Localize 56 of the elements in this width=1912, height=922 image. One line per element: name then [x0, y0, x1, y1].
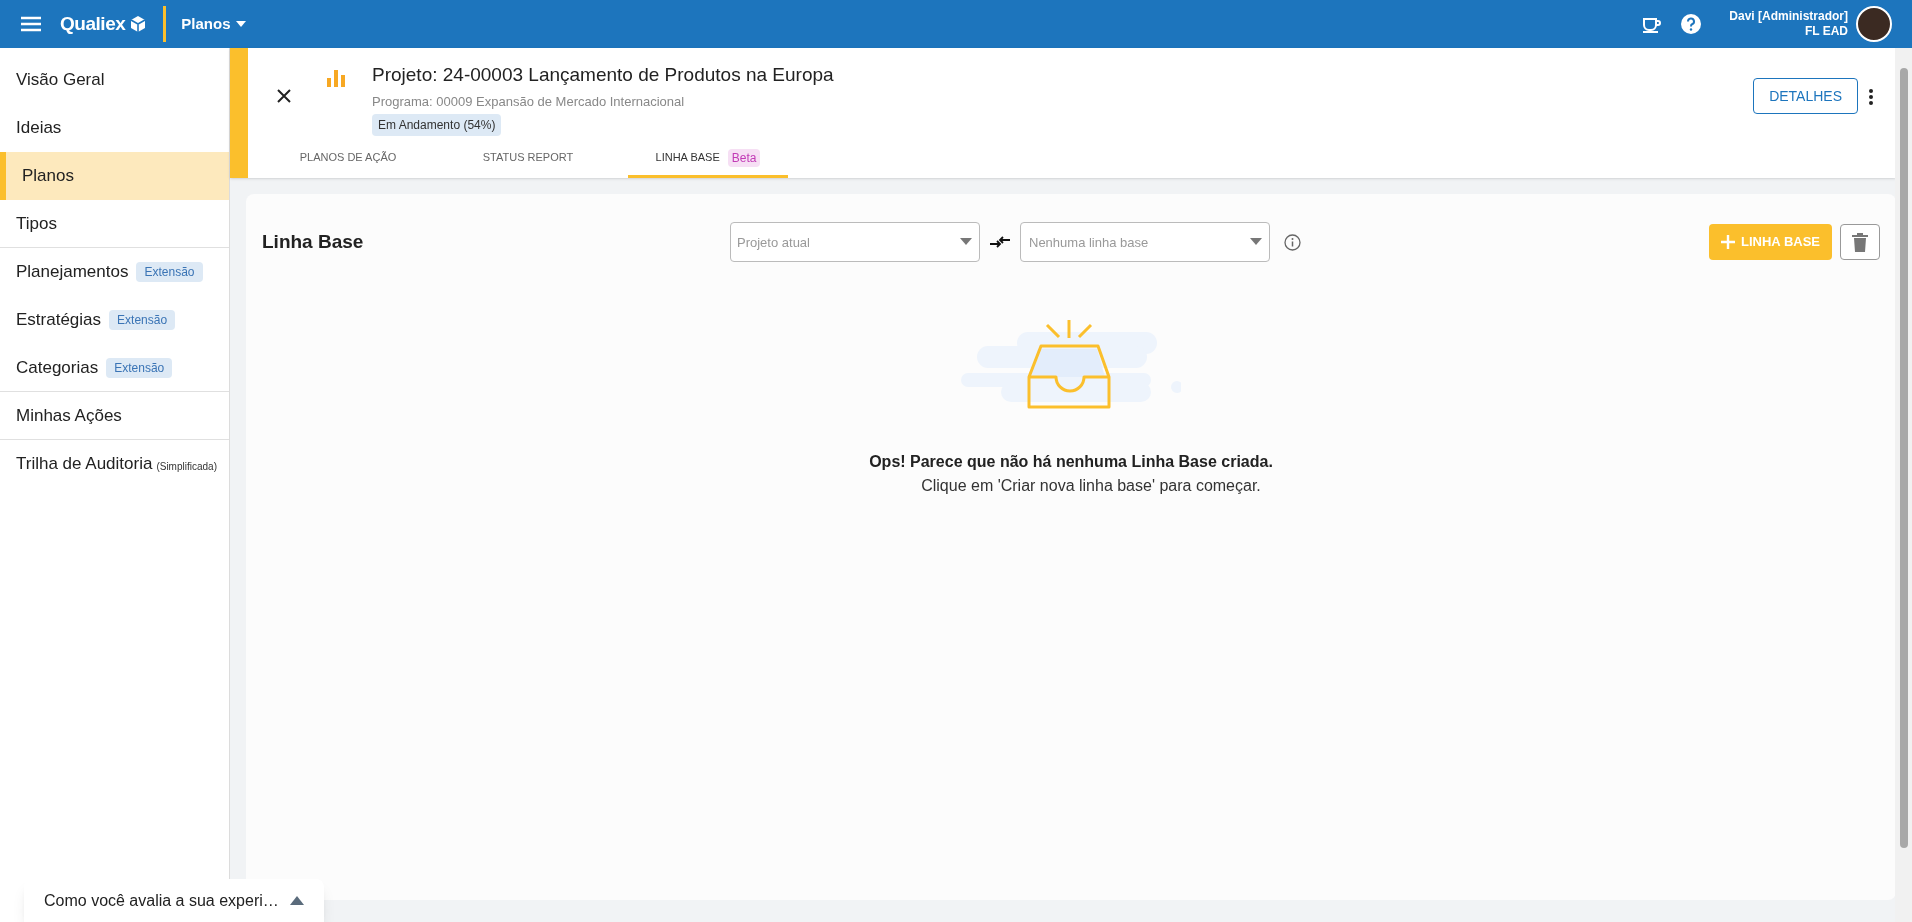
sidebar-note: (Simplificada)	[156, 459, 217, 474]
empty-state-hint: Clique em 'Criar nova linha base' para começar.	[921, 476, 1261, 496]
user-unit: FL EAD	[1804, 24, 1848, 39]
sidebar-label: Trilha de Auditoria	[16, 453, 153, 476]
program-subtitle: Programa: 00009 Expansão de Mercado Internacional	[372, 92, 685, 111]
sidebar-label: Planos	[22, 165, 74, 188]
sidebar-item[interactable]: Categorias Extensão	[0, 344, 229, 392]
project-title: Projeto: 24-00003 Lançamento de Produtos na Europa	[372, 63, 834, 87]
sidebar-item[interactable]: Planejamentos Extensão	[0, 248, 229, 296]
sidebar-label: Ideias	[16, 117, 62, 140]
sidebar-item[interactable]: Tipos	[0, 200, 229, 248]
more-options-icon[interactable]	[1868, 88, 1874, 106]
feedback-text: Como você avalia a sua experi…	[44, 890, 279, 911]
sidebar-label: Categorias	[16, 356, 99, 379]
sidebar-label: Visão Geral	[16, 69, 105, 92]
caret-icon	[960, 238, 972, 245]
sidebar-item[interactable]: Ideias	[0, 104, 229, 152]
caret-icon	[234, 20, 247, 28]
plus-icon	[1721, 235, 1736, 249]
bar-chart-icon	[326, 68, 346, 88]
caret-icon	[1250, 238, 1262, 245]
expand-up-icon	[290, 896, 304, 905]
info-icon[interactable]	[1284, 233, 1301, 251]
close-icon[interactable]	[276, 88, 292, 104]
current-project-select[interactable]: Projeto atual	[730, 222, 980, 262]
extension-tag: Extensão	[109, 310, 176, 330]
cube-logo-icon	[129, 15, 148, 33]
delete-button[interactable]	[1840, 224, 1880, 260]
sidebar-item[interactable]: Planos	[0, 152, 229, 200]
empty-state-title: Ops! Parece que não há nenhuma Linha Base criada.	[869, 452, 1273, 472]
logo-text[interactable]: Qualiex	[60, 9, 126, 39]
extension-tag: Extensão	[106, 357, 173, 378]
user-name: Davi [Administrador]	[1729, 9, 1848, 24]
sidebar-item[interactable]: Trilha de Auditoria (Simplificada)	[0, 440, 229, 488]
sidebar-item[interactable]: Visão Geral	[0, 56, 229, 104]
menu-icon[interactable]	[20, 16, 42, 32]
beta-tag: Beta	[727, 148, 761, 167]
tab[interactable]: PLANOS DE AÇÃO	[268, 140, 428, 178]
baseline-select[interactable]: Nenhuma linha base	[1020, 222, 1270, 262]
tab[interactable]: LINHA BASE Beta	[628, 140, 788, 178]
help-icon[interactable]	[1680, 13, 1703, 35]
trash-icon	[1852, 232, 1868, 252]
sidebar-item[interactable]: Minhas Ações	[0, 392, 229, 440]
sidebar-label: Tipos	[16, 212, 57, 235]
extension-tag: Extensão	[136, 262, 203, 282]
details-button[interactable]: DETALHES	[1753, 78, 1858, 114]
status-tag: Em Andamento (54%)	[372, 114, 502, 136]
sidebar-label: Planejamentos	[16, 261, 129, 284]
sidebar-item[interactable]: Estratégias Extensão	[0, 296, 229, 344]
compare-arrows-icon	[990, 235, 1010, 249]
feedback-widget[interactable]: Como você avalia a sua experi…	[24, 879, 324, 922]
sidebar-label: Minhas Ações	[16, 404, 122, 427]
tab[interactable]: STATUS REPORT	[448, 140, 608, 178]
module-dropdown[interactable]: Planos	[181, 12, 247, 36]
avatar[interactable]	[1856, 6, 1892, 42]
sidebar-label: Estratégias	[16, 309, 102, 332]
